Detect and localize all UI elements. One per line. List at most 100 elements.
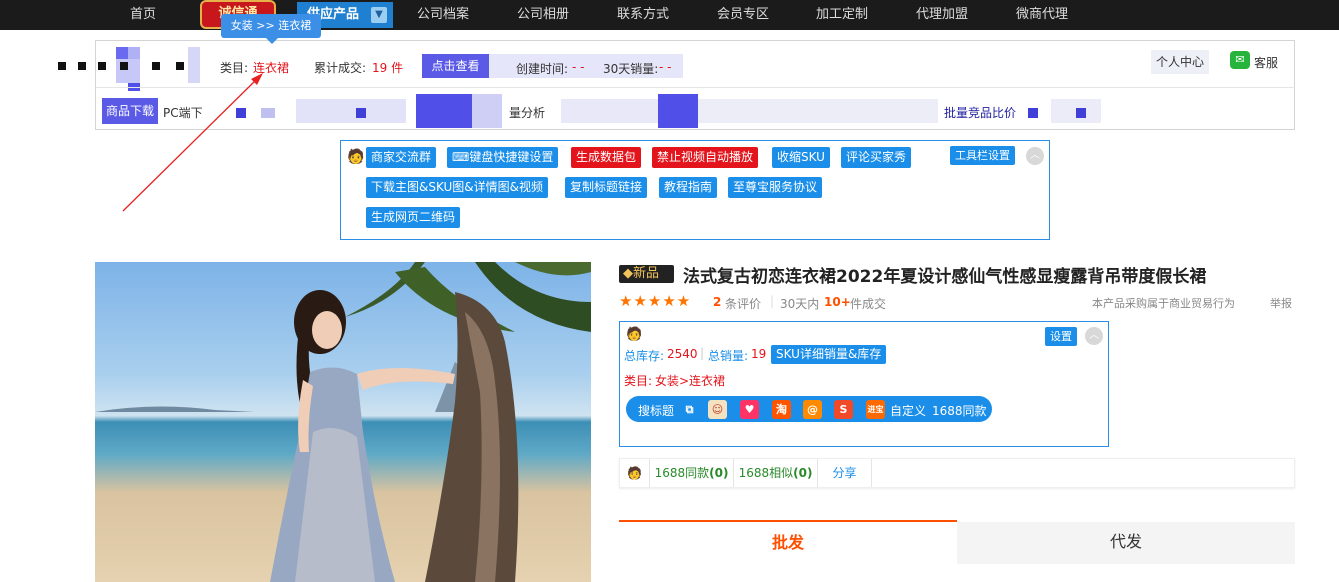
collapse-icon[interactable]: ︿ — [1085, 327, 1103, 345]
redacted-block — [698, 99, 938, 123]
product-photo-illustration — [95, 262, 591, 582]
redacted-block — [658, 94, 698, 128]
panel-category-label: 类目: — [624, 374, 653, 388]
plugin-product-panel: 🧑 设置 ︿ 总库存: 2540 | 总销量: 19 SKU详细销量&库存 类目… — [619, 321, 1109, 447]
title-search-bar: 搜标题 ⧉ ☺ ♥ 淘 @ S 进宝 自定义 1688同款 — [626, 396, 992, 422]
plugin-info-bar: 类目: 连衣裙 累计成交: 19 件 点击查看 创建时间: - - 30天销量:… — [58, 40, 1295, 130]
plugin-toolbox: 🧑 商家交流群 ⌨键盘快捷键设置 生成数据包 禁止视频自动播放 收缩SKU 评论… — [340, 140, 1050, 240]
similar-1688-button[interactable]: 1688相似(0) — [734, 459, 818, 487]
stock-label: 总库存: — [624, 349, 665, 363]
toolbar-settings-button[interactable]: 工具栏设置 — [950, 146, 1015, 165]
sales30-label: 30天销量: — [603, 62, 659, 76]
separator: | — [770, 294, 775, 308]
top-navigation: 首页 诚信通 供应产品 ▼ 公司档案 公司相册 联系方式 会员专区 加工定制 代… — [0, 0, 1339, 30]
copy-icon[interactable]: ⧉ — [680, 400, 699, 419]
trade-note: 本产品采购属于商业贸易行为 — [1092, 297, 1235, 310]
redacted-block — [1028, 108, 1038, 118]
redacted-block — [78, 62, 86, 70]
collapse-icon[interactable]: ︿ — [1026, 147, 1044, 165]
jinbao-icon[interactable]: 进宝 — [866, 400, 885, 419]
panel-category-value[interactable]: 女装>连衣裙 — [655, 372, 725, 389]
redacted-block — [152, 62, 160, 70]
created-value: - - — [572, 60, 585, 74]
same-label: 1688同款 — [654, 466, 710, 480]
same-count: (0) — [709, 466, 729, 480]
created-label: 创建时间: — [516, 62, 569, 76]
new-badge: ◆新品 — [619, 265, 674, 283]
download-media-button[interactable]: 下载主图&SKU图&详情图&视频 — [366, 177, 549, 198]
avatar-icon: 🧑 — [626, 327, 643, 342]
scrollbar[interactable] — [1327, 40, 1339, 582]
redacted-block — [1076, 108, 1086, 118]
report-link[interactable]: 举报 — [1270, 295, 1292, 311]
chevron-down-icon: ▼ — [371, 7, 387, 23]
annotation-arrow — [122, 73, 263, 212]
redacted-block — [356, 108, 366, 118]
nav-member-zone[interactable]: 会员专区 — [717, 0, 769, 30]
avatar-icon: 🧑 — [347, 149, 365, 165]
redacted-block — [416, 94, 472, 128]
tab-dropship[interactable]: 代发 — [957, 522, 1295, 564]
panel-settings-button[interactable]: 设置 — [1045, 327, 1077, 346]
sales-prefix: 30天内 — [780, 297, 820, 311]
nav-home[interactable]: 首页 — [130, 0, 156, 30]
redacted-block — [561, 99, 661, 123]
merchant-group-button[interactable]: 商家交流群 — [366, 147, 437, 168]
search-avatar-icon[interactable]: ☺ — [708, 400, 727, 419]
sku-detail-button[interactable]: SKU详细销量&库存 — [771, 345, 887, 364]
nav-company-album[interactable]: 公司相册 — [517, 0, 569, 30]
sold-value: 19 — [751, 347, 767, 361]
same-1688-button[interactable]: 1688同款(0) — [650, 459, 734, 487]
tab-wholesale[interactable]: 批发 — [619, 520, 957, 564]
taobao-icon[interactable]: 淘 — [772, 400, 791, 419]
customer-service-link[interactable]: 客服 — [1254, 54, 1278, 71]
search-title-label: 搜标题 — [638, 404, 675, 418]
copy-title-link-button[interactable]: 复制标题链接 — [565, 177, 648, 198]
total-sales-label: 累计成交: — [314, 61, 367, 75]
nav-wechat-agent[interactable]: 微商代理 — [1016, 0, 1068, 30]
diamond-icon: ◆ — [623, 266, 633, 281]
service-agreement-button[interactable]: 至尊宝服务协议 — [728, 177, 823, 198]
stock-value: 2540 — [667, 347, 698, 361]
purchase-tabs: 批发 代发 — [619, 520, 1295, 564]
sales30-value: - - — [659, 60, 672, 74]
generate-data-button[interactable]: 生成数据包 — [571, 147, 642, 168]
analysis-link[interactable]: 量分析 — [509, 104, 545, 121]
nav-agency[interactable]: 代理加盟 — [916, 0, 968, 30]
nav-custom-processing[interactable]: 加工定制 — [816, 0, 868, 30]
review-count[interactable]: 2 — [713, 295, 721, 309]
stats-panel: 创建时间: - - 30天销量: - - — [489, 54, 683, 78]
nav-contact[interactable]: 联系方式 — [617, 0, 669, 30]
same-style-bar: 🧑 1688同款(0) 1688相似(0) 分享 — [619, 458, 1295, 488]
divider — [96, 87, 1295, 88]
wechat-icon: ✉ — [1230, 51, 1250, 69]
similar-label: 1688相似 — [738, 466, 794, 480]
custom-search-link[interactable]: 自定义 — [890, 402, 926, 419]
rating-stars: ★★★★★ — [619, 292, 692, 310]
nav-company-profile[interactable]: 公司档案 — [417, 0, 469, 30]
tutorial-button[interactable]: 教程指南 — [659, 177, 718, 198]
new-badge-label: 新品 — [633, 266, 660, 281]
similar-count: (0) — [793, 466, 813, 480]
same-1688-link[interactable]: 1688同款 — [932, 402, 987, 419]
batch-compare-link[interactable]: 批量竞品比价 — [944, 104, 1016, 121]
personal-center-button[interactable]: 个人中心 — [1151, 50, 1209, 74]
sales-suffix: 件成交 — [850, 297, 887, 311]
redacted-block — [296, 99, 406, 123]
product-main-image[interactable] — [95, 262, 591, 582]
redacted-block — [98, 62, 106, 70]
buyer-review-button[interactable]: 评论买家秀 — [841, 147, 912, 168]
pinduoduo-icon[interactable]: ♥ — [740, 400, 759, 419]
redacted-block — [116, 47, 128, 59]
category-tooltip: 女装 >> 连衣裙 — [221, 14, 321, 44]
collapse-sku-button[interactable]: 收缩SKU — [772, 147, 830, 168]
keyboard-shortcut-button[interactable]: ⌨键盘快捷键设置 — [447, 147, 559, 168]
share-button[interactable]: 分享 — [818, 459, 872, 487]
check-button[interactable]: 点击查看 — [422, 54, 489, 78]
alibaba-icon[interactable]: @ — [803, 400, 822, 419]
redacted-block — [176, 62, 184, 70]
sold-label: 总销量: — [708, 349, 749, 363]
generate-qrcode-button[interactable]: 生成网页二维码 — [366, 207, 461, 228]
disable-autoplay-button[interactable]: 禁止视频自动播放 — [652, 147, 759, 168]
shop-bag-icon[interactable]: S — [834, 400, 853, 419]
